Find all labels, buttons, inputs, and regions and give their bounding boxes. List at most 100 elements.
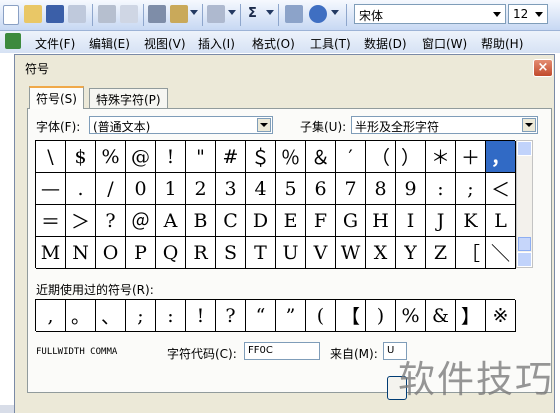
symbol-cell[interactable]: ， xyxy=(486,141,516,173)
symbol-cell[interactable]: % xyxy=(96,141,126,173)
symbol-cell[interactable]: 0 xyxy=(126,173,156,205)
scroll-up-icon[interactable] xyxy=(517,141,532,156)
excel-doc-icon[interactable] xyxy=(5,33,21,49)
undo-dropdown-icon[interactable] xyxy=(228,10,236,15)
character-code-input[interactable]: FF0C xyxy=(244,342,320,360)
symbol-cell[interactable]: A xyxy=(156,205,186,237)
symbol-cell[interactable]: W xyxy=(336,237,366,269)
recent-symbol-cell[interactable]: ( xyxy=(306,300,336,332)
symbol-cell[interactable]: J xyxy=(426,205,456,237)
open-icon[interactable] xyxy=(24,5,42,23)
symbol-cell[interactable]: — xyxy=(36,173,66,205)
menu-view[interactable]: 视图(V) xyxy=(144,35,186,52)
symbol-cell[interactable]: R xyxy=(186,237,216,269)
symbol-cell[interactable]: U xyxy=(276,237,306,269)
recent-symbol-cell[interactable]: ※ xyxy=(486,300,516,332)
symbol-cell[interactable]: ; xyxy=(456,173,486,205)
toolbar-options-icon[interactable] xyxy=(331,10,339,15)
scroll-thumb[interactable] xyxy=(518,237,531,251)
symbol-cell[interactable]: L xyxy=(486,205,516,237)
new-icon[interactable] xyxy=(3,5,19,25)
print-preview-icon[interactable] xyxy=(120,5,138,23)
symbol-cell[interactable]: ＝ xyxy=(36,205,66,237)
recent-symbol-cell[interactable]: : xyxy=(156,300,186,332)
symbol-cell[interactable]: Z xyxy=(426,237,456,269)
symbol-cell[interactable]: 5 xyxy=(276,173,306,205)
font-select[interactable]: (普通文本) xyxy=(89,116,273,134)
symbol-cell[interactable]: . xyxy=(66,173,96,205)
symbol-cell[interactable]: ? xyxy=(96,205,126,237)
symbol-grid-scrollbar[interactable] xyxy=(516,140,533,268)
symbol-cell[interactable]: X xyxy=(366,237,396,269)
recent-symbol-cell[interactable]: 】 xyxy=(456,300,486,332)
symbol-cell[interactable]: \ xyxy=(36,141,66,173)
chevron-down-icon[interactable] xyxy=(522,118,536,132)
symbol-cell[interactable]: ＊ xyxy=(426,141,456,173)
symbol-cell[interactable]: D xyxy=(246,205,276,237)
symbol-cell[interactable]: ［ xyxy=(456,237,486,269)
symbol-cell[interactable]: ! xyxy=(156,141,186,173)
symbol-cell[interactable]: I xyxy=(396,205,426,237)
symbol-cell[interactable]: 9 xyxy=(396,173,426,205)
research-icon[interactable] xyxy=(148,5,166,23)
chevron-down-icon[interactable] xyxy=(257,118,271,132)
recent-symbol-cell[interactable]: ? xyxy=(216,300,246,332)
symbol-cell[interactable]: H xyxy=(366,205,396,237)
recent-symbol-cell[interactable]: % xyxy=(396,300,426,332)
symbol-cell[interactable]: 7 xyxy=(336,173,366,205)
symbol-cell[interactable]: K xyxy=(456,205,486,237)
permission-icon[interactable] xyxy=(68,5,86,23)
recent-symbol-cell[interactable]: 。 xyxy=(66,300,96,332)
recent-symbol-cell[interactable]: “ xyxy=(246,300,276,332)
recent-symbol-cell[interactable]: 【 xyxy=(336,300,366,332)
symbol-cell[interactable]: 6 xyxy=(306,173,336,205)
symbol-cell[interactable]: / xyxy=(96,173,126,205)
recent-symbol-cell[interactable]: ; xyxy=(126,300,156,332)
menu-window[interactable]: 窗口(W) xyxy=(422,35,467,52)
symbol-cell[interactable]: " xyxy=(186,141,216,173)
help-icon[interactable] xyxy=(309,5,327,23)
font-name-select[interactable]: 宋体 xyxy=(354,4,506,24)
autosum-icon[interactable]: Σ xyxy=(248,6,257,21)
paste-icon[interactable] xyxy=(170,5,188,23)
recent-symbol-cell[interactable]: 、 xyxy=(96,300,126,332)
autosum-dropdown-icon[interactable] xyxy=(266,10,274,15)
menu-data[interactable]: 数据(D) xyxy=(364,35,407,52)
symbol-cell[interactable]: ） xyxy=(396,141,426,173)
font-size-select[interactable]: 12 xyxy=(508,4,548,24)
symbol-cell[interactable]: 2 xyxy=(186,173,216,205)
recent-symbol-cell[interactable]: ” xyxy=(276,300,306,332)
symbol-cell[interactable]: N xyxy=(66,237,96,269)
paste-dropdown-icon[interactable] xyxy=(190,10,198,15)
menu-help[interactable]: 帮助(H) xyxy=(481,35,523,52)
symbol-cell[interactable]: @ xyxy=(126,141,156,173)
menu-tools[interactable]: 工具(T) xyxy=(310,35,351,52)
symbol-cell[interactable]: O xyxy=(96,237,126,269)
symbol-cell[interactable]: : xyxy=(426,173,456,205)
symbol-cell[interactable]: # xyxy=(216,141,246,173)
symbol-cell[interactable]: $ xyxy=(66,141,96,173)
symbol-cell[interactable]: F xyxy=(306,205,336,237)
symbol-cell[interactable]: B xyxy=(186,205,216,237)
symbol-cell[interactable]: ＠ xyxy=(126,205,156,237)
symbol-cell[interactable]: ＆ xyxy=(306,141,336,173)
symbol-cell[interactable]: S xyxy=(216,237,246,269)
save-icon[interactable] xyxy=(46,5,64,23)
undo-icon[interactable] xyxy=(207,5,225,23)
scroll-down-icon[interactable] xyxy=(517,252,532,267)
menu-file[interactable]: 文件(F) xyxy=(35,35,75,52)
menu-insert[interactable]: 插入(I) xyxy=(198,35,235,52)
close-icon[interactable]: × xyxy=(533,59,553,77)
symbol-cell[interactable]: ＞ xyxy=(66,205,96,237)
recent-symbol-cell[interactable]: & xyxy=(426,300,456,332)
symbol-cell[interactable]: M xyxy=(36,237,66,269)
chevron-down-icon[interactable] xyxy=(535,12,543,17)
symbol-cell[interactable]: E xyxy=(276,205,306,237)
symbol-cell[interactable]: T xyxy=(246,237,276,269)
symbol-cell[interactable]: 8 xyxy=(366,173,396,205)
symbol-cell[interactable]: G xyxy=(336,205,366,237)
menu-format[interactable]: 格式(O) xyxy=(252,35,295,52)
chevron-down-icon[interactable] xyxy=(493,12,501,17)
symbol-cell[interactable]: ％ xyxy=(276,141,306,173)
symbol-cell[interactable]: Q xyxy=(156,237,186,269)
